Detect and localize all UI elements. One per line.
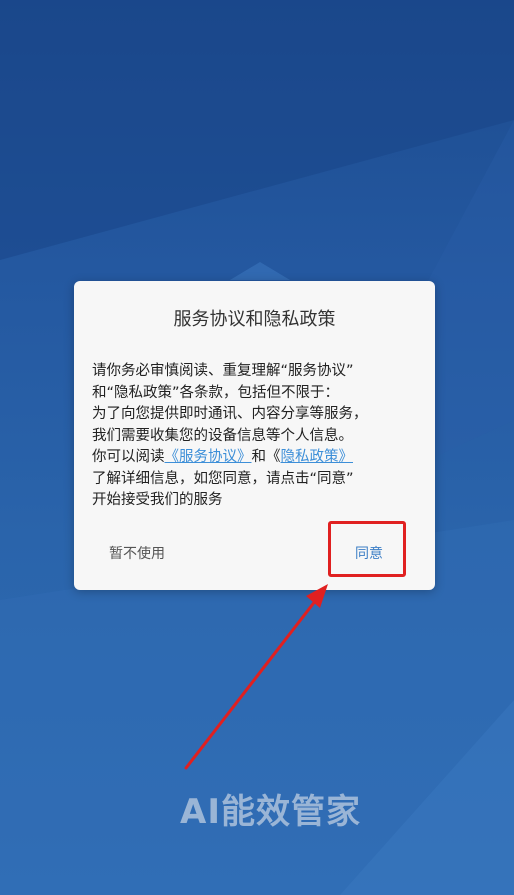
body-line: 为了向您提供即时通讯、内容分享等服务， — [92, 406, 368, 422]
privacy-policy-link[interactable]: 隐私政策》 — [281, 449, 354, 465]
service-agreement-link[interactable]: 《服务协议》 — [165, 449, 252, 465]
body-text: 你可以阅读 — [92, 449, 165, 465]
body-line: 我们需要收集您的设备信息等个人信息。 — [92, 427, 353, 444]
decline-button[interactable]: 暂不使用 — [109, 543, 165, 563]
body-line-links: 你可以阅读《服务协议》和《隐私政策》 — [92, 447, 421, 469]
body-line: 开始接受我们的服务 — [92, 492, 223, 508]
agree-highlight-box — [328, 521, 406, 577]
body-text: 和《 — [251, 449, 281, 465]
dialog-body: 请你务必审慎阅读、重复理解“服务协议” 和“隐私政策”各条款，包括但不限于： 为… — [92, 361, 421, 512]
dialog-title: 服务协议和隐私政策 — [173, 309, 336, 330]
watermark-logo: AI能效管家 — [180, 792, 361, 832]
body-line: 了解详细信息，如您同意，请点击“同意” — [92, 470, 354, 487]
body-line: 和“隐私政策”各条款，包括但不限于： — [92, 384, 340, 401]
body-line: 请你务必审慎阅读、重复理解“服务协议” — [92, 363, 354, 379]
